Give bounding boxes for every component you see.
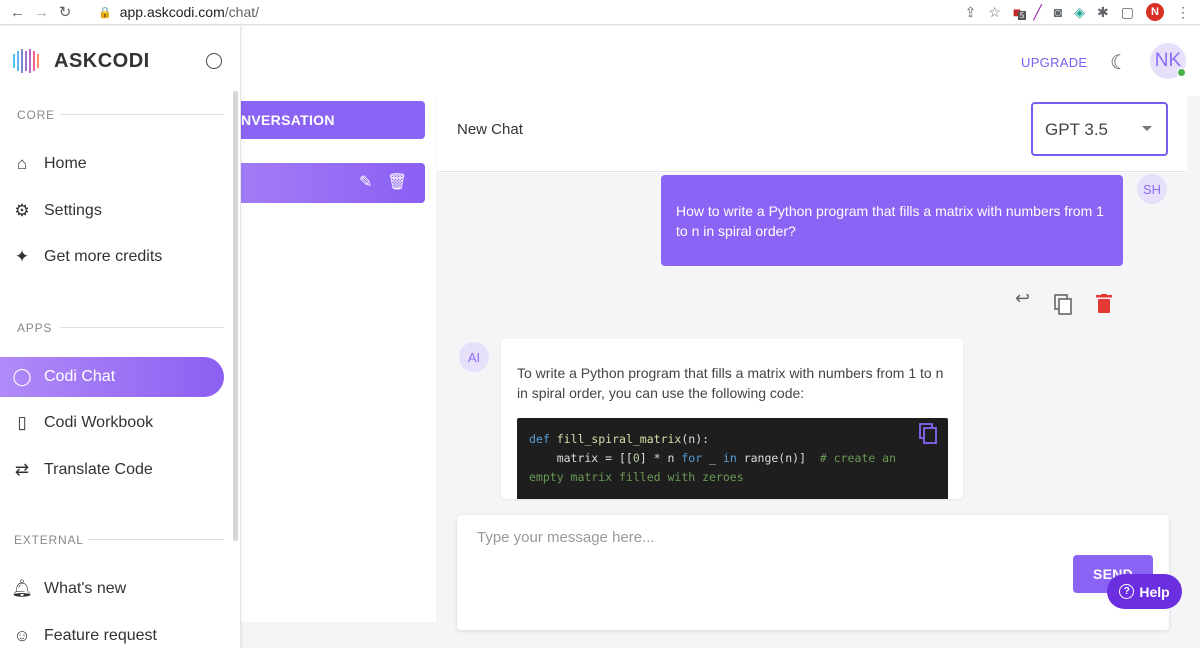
browser-toolbar: ← → ↻ 🔒 app.askcodi.com/chat/ ⇪ ☆ ■5 ╱ ◙… xyxy=(0,0,1200,25)
copy-icon[interactable] xyxy=(1054,294,1074,316)
url-path: /chat/ xyxy=(224,4,260,20)
code-token: empty matrix filled with zeroes xyxy=(529,470,744,484)
chat-header: New Chat GPT 3.5 xyxy=(437,94,1187,172)
code-token: matrix = [[ xyxy=(529,451,633,465)
sparkle-icon: ✦ xyxy=(14,247,30,266)
divider xyxy=(88,539,224,540)
code-token: def xyxy=(529,432,550,446)
model-select[interactable]: GPT 3.5 xyxy=(1031,102,1168,156)
section-label-external: EXTERNAL xyxy=(14,533,84,547)
sidebar-item-label: Feature request xyxy=(44,627,157,644)
code-token: (n): xyxy=(681,432,710,446)
chevron-down-icon xyxy=(1142,126,1152,131)
sidebar: ASKCODI CORE ⌂ Home ⚙ Settings ✦ Get mor… xyxy=(0,26,241,648)
sidebar-item-get-more-credits[interactable]: ✦ Get more credits xyxy=(0,237,224,277)
reply-icon[interactable]: ↩ xyxy=(1015,288,1030,309)
online-status-dot xyxy=(1177,68,1186,77)
sidebar-item-label: Codi Chat xyxy=(44,368,116,385)
menu-dots-icon[interactable]: ⋮ xyxy=(1176,4,1190,21)
camera-icon[interactable]: ◙ xyxy=(1054,4,1062,20)
code-token: fill_spiral_matrix xyxy=(556,432,682,446)
share-icon[interactable]: ⇪ xyxy=(965,4,977,21)
sidebar-item-translate-code[interactable]: ⇄ Translate Code xyxy=(0,450,224,490)
sidebar-item-label: Translate Code xyxy=(44,461,153,478)
ai-message-text: To write a Python program that fills a m… xyxy=(517,365,944,401)
edit-pencil-icon[interactable]: ✎ xyxy=(359,172,372,192)
new-conversation-button[interactable]: NVERSATION xyxy=(241,101,425,139)
chat-bubble-icon: ◯ xyxy=(12,367,32,386)
model-select-value: GPT 3.5 xyxy=(1045,120,1108,139)
sidebar-scrollbar[interactable] xyxy=(233,91,238,541)
back-arrow-icon[interactable]: ← xyxy=(10,4,25,21)
sidebar-item-home[interactable]: ⌂ Home xyxy=(0,144,224,184)
brand-name: ASKCODI xyxy=(54,49,150,72)
swap-arrows-icon: ⇄ xyxy=(14,460,30,479)
code-token: ] * n xyxy=(639,451,682,465)
reload-icon[interactable]: ↻ xyxy=(58,3,72,21)
help-button[interactable]: ? Help xyxy=(1107,574,1182,609)
sidebar-item-label: Get more credits xyxy=(44,248,163,265)
question-icon: ? xyxy=(1119,584,1135,599)
sidebar-item-codi-workbook[interactable]: ▯ Codi Workbook xyxy=(0,403,224,443)
copy-code-icon[interactable] xyxy=(919,423,939,445)
bell-icon: 🔔︎ xyxy=(11,579,33,598)
user-message: How to write a Python program that fills… xyxy=(661,175,1123,266)
message-input[interactable] xyxy=(477,529,1037,546)
delete-icon[interactable] xyxy=(1096,294,1112,314)
code-block: def fill_spiral_matrix(n): matrix = [[0]… xyxy=(517,418,948,499)
section-label-apps: APPS xyxy=(17,321,53,335)
conversation-item[interactable]: ✎ 🗑 xyxy=(241,163,425,203)
profile-avatar[interactable]: N xyxy=(1146,3,1164,21)
pen-icon[interactable]: ╱ xyxy=(1033,4,1041,21)
sidebar-item-label: What's new xyxy=(44,580,127,597)
askcodi-logo-icon xyxy=(13,49,39,73)
sidebar-item-label: Home xyxy=(44,155,87,172)
ai-message-avatar: AI xyxy=(459,342,489,372)
sidebar-item-codi-chat[interactable]: ◯ Codi Chat xyxy=(0,357,224,397)
sidebar-item-feature-request[interactable]: ☺ Feature request xyxy=(0,616,224,648)
user-message-avatar: SH xyxy=(1137,174,1167,204)
section-label-core: CORE xyxy=(17,108,55,122)
code-token: in xyxy=(722,451,737,465)
side-panel-icon[interactable]: ▢ xyxy=(1121,4,1134,21)
gear-icon: ⚙ xyxy=(14,201,30,220)
chat-messages: How to write a Python program that fills… xyxy=(437,173,1187,630)
collapse-sidebar-icon[interactable] xyxy=(206,53,222,69)
conversation-list: NVERSATION ✎ 🗑 xyxy=(241,94,436,622)
bookmark-star-icon[interactable]: ☆ xyxy=(988,4,1001,21)
extension-shield-icon[interactable]: ■5 xyxy=(1013,4,1027,20)
forward-arrow-icon[interactable]: → xyxy=(34,4,49,21)
url-host: app.askcodi.com xyxy=(119,4,225,20)
smiley-icon: ☺ xyxy=(13,626,31,645)
sidebar-item-settings[interactable]: ⚙ Settings xyxy=(0,191,224,231)
notebook-icon: ▯ xyxy=(17,413,27,432)
code-token: _ xyxy=(702,451,723,465)
ai-message: To write a Python program that fills a m… xyxy=(501,339,963,499)
chat-title: New Chat xyxy=(457,121,523,138)
trash-icon[interactable]: 🗑 xyxy=(387,172,407,192)
extension-badge: 5 xyxy=(1017,11,1027,20)
code-token: for xyxy=(681,451,703,465)
message-composer: SEND xyxy=(457,515,1169,630)
code-token: 0 xyxy=(632,451,640,465)
upgrade-link[interactable]: UPGRADE xyxy=(1021,55,1087,70)
help-label: Help xyxy=(1139,583,1170,600)
sidebar-item-label: Settings xyxy=(44,202,102,219)
divider xyxy=(60,327,224,328)
address-bar[interactable]: 🔒 app.askcodi.com/chat/ xyxy=(98,4,259,20)
code-token: # create an xyxy=(819,451,897,465)
logo[interactable]: ASKCODI xyxy=(12,48,150,74)
sidebar-item-whats-new[interactable]: 🔔︎ What's new xyxy=(0,569,224,609)
chat-panel: New Chat GPT 3.5 How to write a Python p… xyxy=(437,94,1187,630)
home-icon: ⌂ xyxy=(16,154,28,173)
vpn-icon[interactable]: ◈ xyxy=(1074,4,1085,21)
user-avatar[interactable]: NK xyxy=(1150,43,1186,79)
sidebar-item-label: Codi Workbook xyxy=(44,414,154,431)
code-token: range(n)] xyxy=(736,451,820,465)
puzzle-icon[interactable]: ✱ xyxy=(1097,4,1109,21)
divider xyxy=(60,114,224,115)
dark-mode-toggle-icon[interactable]: ☾ xyxy=(1110,50,1128,75)
lock-icon: 🔒 xyxy=(98,6,112,19)
